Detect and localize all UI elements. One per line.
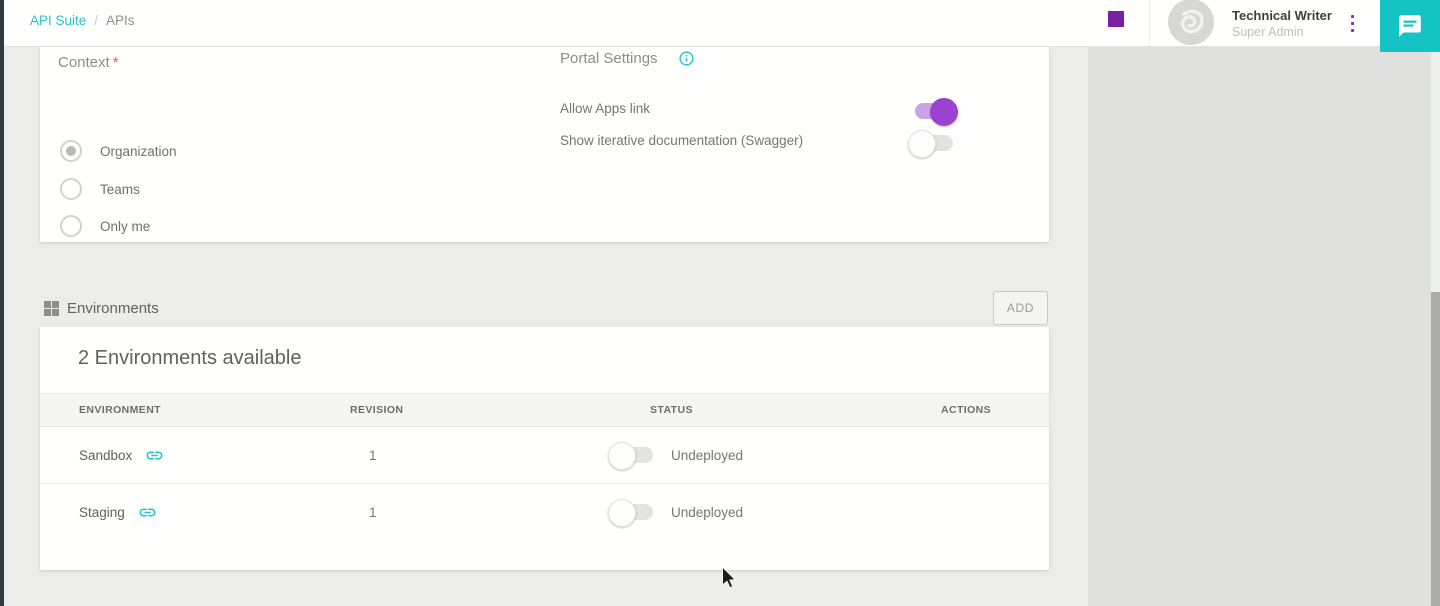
- revision-value: 1: [369, 505, 377, 520]
- radio-option-teams[interactable]: Teams: [60, 178, 140, 200]
- side-actions-panel: EXPORT DELETE: [1088, 47, 1440, 606]
- radio-organization-label: Organization: [100, 144, 177, 159]
- environment-cell: Staging: [79, 484, 157, 541]
- avatar[interactable]: [1168, 0, 1214, 45]
- scrollbar-thumb[interactable]: [1431, 292, 1440, 606]
- radio-only-me[interactable]: [60, 215, 82, 237]
- context-field-label: Context*: [58, 54, 119, 71]
- column-revision: REVISION: [350, 404, 403, 416]
- allow-apps-link-label: Allow Apps link: [560, 101, 650, 116]
- radio-teams-label: Teams: [100, 182, 140, 197]
- chat-button[interactable]: [1380, 0, 1440, 52]
- info-icon[interactable]: [678, 50, 695, 67]
- swagger-doc-label: Show iterative documentation (Swagger): [560, 133, 803, 148]
- environment-name: Staging: [79, 505, 125, 520]
- revision-value: 1: [369, 448, 377, 463]
- environment-name: Sandbox: [79, 448, 132, 463]
- table-header-row: ENVIRONMENT REVISION STATUS ACTIONS: [40, 393, 1049, 427]
- column-actions: ACTIONS: [941, 404, 991, 416]
- chat-icon: [1397, 13, 1423, 39]
- user-block: Technical Writer Super Admin: [1232, 8, 1332, 40]
- radio-option-only-me[interactable]: Only me: [60, 215, 150, 237]
- radio-option-organization[interactable]: Organization: [60, 140, 177, 162]
- breadcrumb-api-suite[interactable]: API Suite: [30, 13, 86, 28]
- environments-section-title: Environments: [67, 300, 159, 317]
- kebab-menu-icon[interactable]: [1350, 14, 1355, 33]
- collapsed-sidebar-rail: [0, 0, 4, 606]
- portal-settings-header: Portal Settings: [560, 50, 695, 67]
- portal-settings-title: Portal Settings: [560, 50, 658, 67]
- breadcrumb: API Suite / APIs: [30, 13, 135, 28]
- user-role: Super Admin: [1232, 24, 1332, 40]
- status-text: Undeployed: [671, 505, 743, 520]
- app-screen: API Suite / APIs Technical Writer Super …: [0, 0, 1440, 606]
- table-row-staging: Staging 1 Undeployed: [40, 484, 1049, 541]
- settings-card: Context* Organization Teams Only me Port…: [40, 47, 1049, 242]
- table-row-sandbox: Sandbox 1 Undeployed: [40, 427, 1049, 484]
- deploy-toggle-sandbox[interactable]: [608, 441, 658, 469]
- mouse-cursor: [721, 566, 739, 595]
- apps-grid-icon[interactable]: [1108, 11, 1124, 27]
- top-bar: API Suite / APIs Technical Writer Super …: [4, 0, 1440, 47]
- add-environment-button[interactable]: ADD: [993, 291, 1048, 325]
- context-label-text: Context: [58, 54, 110, 71]
- radio-only-me-label: Only me: [100, 219, 150, 234]
- environments-grid-icon: [44, 301, 59, 316]
- required-asterisk: *: [113, 54, 119, 71]
- allow-apps-link-toggle[interactable]: [908, 97, 958, 125]
- user-name: Technical Writer: [1232, 8, 1332, 24]
- link-icon[interactable]: [138, 503, 157, 522]
- radio-teams[interactable]: [60, 178, 82, 200]
- status-text: Undeployed: [671, 448, 743, 463]
- column-environment: ENVIRONMENT: [79, 404, 161, 416]
- environment-cell: Sandbox: [79, 427, 164, 483]
- swagger-doc-toggle[interactable]: [908, 129, 958, 157]
- breadcrumb-apis: APIs: [106, 13, 135, 28]
- environments-card: 2 Environments available ENVIRONMENT REV…: [40, 327, 1049, 570]
- breadcrumb-separator: /: [94, 13, 98, 28]
- topbar-divider: [1149, 0, 1150, 47]
- radio-organization[interactable]: [60, 140, 82, 162]
- deploy-toggle-staging[interactable]: [608, 498, 658, 526]
- environments-summary: 2 Environments available: [78, 347, 301, 370]
- environments-section-header: Environments: [44, 300, 159, 317]
- column-status: STATUS: [650, 404, 693, 416]
- link-icon[interactable]: [145, 446, 164, 465]
